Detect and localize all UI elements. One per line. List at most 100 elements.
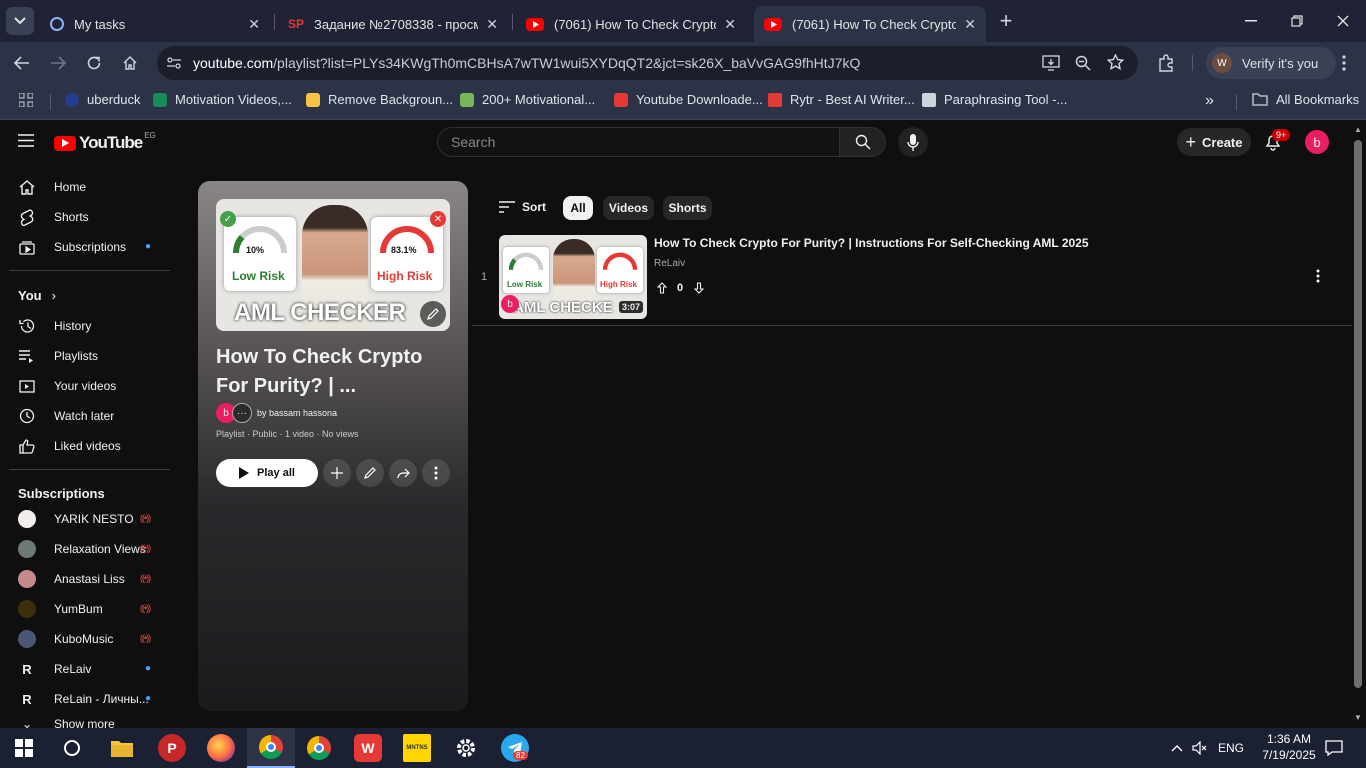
- subscription-relaiv[interactable]: R ReLaiv ●: [0, 654, 170, 684]
- volume-muted-icon[interactable]: [1186, 734, 1214, 762]
- bookmark-uberduck[interactable]: uberduck: [65, 92, 140, 107]
- search-input[interactable]: Search: [437, 127, 840, 157]
- move-up-icon[interactable]: [656, 281, 668, 299]
- bookmark-youtube-downloader[interactable]: Youtube Downloade...: [614, 92, 763, 107]
- scrollbar-down-icon[interactable]: ▼: [1354, 713, 1362, 722]
- tab-youtube-2[interactable]: (7061) How To Check Crypto For ✕: [754, 6, 986, 42]
- move-down-icon[interactable]: [693, 281, 705, 299]
- language-indicator[interactable]: ENG: [1218, 741, 1244, 755]
- close-icon[interactable]: ✕: [964, 16, 976, 33]
- sidebar-item-playlists[interactable]: Playlists: [0, 341, 170, 371]
- minimize-icon[interactable]: [1238, 8, 1264, 34]
- tab-search-icon[interactable]: [6, 7, 34, 35]
- sidebar-item-history[interactable]: History: [0, 311, 170, 341]
- hamburger-menu-icon[interactable]: [18, 134, 34, 152]
- all-bookmarks-folder[interactable]: All Bookmarks: [1252, 92, 1359, 107]
- apps-icon[interactable]: [19, 93, 33, 107]
- play-all-button[interactable]: Play all: [216, 459, 318, 487]
- sidebar-item-subscriptions[interactable]: Subscriptions ●: [0, 232, 170, 262]
- telegram-icon[interactable]: 82: [501, 734, 529, 762]
- sidebar-item-liked-videos[interactable]: Liked videos: [0, 431, 170, 461]
- wps-office-icon[interactable]: W: [354, 734, 382, 762]
- clock-date[interactable]: 7/19/2025: [1254, 748, 1324, 762]
- restore-icon[interactable]: [1284, 8, 1310, 34]
- chip-all[interactable]: All: [563, 196, 593, 220]
- verify-profile-button[interactable]: W Verify it's you: [1206, 47, 1336, 79]
- chip-shorts[interactable]: Shorts: [663, 196, 712, 220]
- file-explorer-icon[interactable]: [108, 734, 136, 762]
- extensions-icon[interactable]: [1153, 50, 1179, 76]
- edit-playlist-button[interactable]: [356, 459, 384, 487]
- back-icon[interactable]: [9, 50, 35, 76]
- subscription-relain[interactable]: R ReLain - Личны... ●: [0, 684, 170, 714]
- chrome-profile-icon[interactable]: [247, 728, 295, 768]
- more-bookmarks-icon[interactable]: »: [1205, 92, 1214, 110]
- sticky-app-icon[interactable]: MNTNS: [403, 734, 431, 762]
- search-circle-icon[interactable]: [58, 734, 86, 762]
- notifications-button[interactable]: 9+: [1265, 129, 1291, 156]
- share-button[interactable]: [389, 459, 417, 487]
- home-button-icon[interactable]: [117, 50, 143, 76]
- sidebar-you-heading[interactable]: You ›: [0, 280, 170, 310]
- bookmark-rytr[interactable]: Rytr - Best AI Writer...: [768, 92, 915, 107]
- tab-my-tasks[interactable]: My tasks ✕: [40, 6, 270, 42]
- scrollbar-up-icon[interactable]: ▲: [1354, 125, 1362, 134]
- bookmark-remove-background[interactable]: Remove Backgroun...: [306, 92, 453, 107]
- settings-gear-icon[interactable]: [452, 734, 480, 762]
- bookmark-star-icon[interactable]: [1106, 53, 1125, 75]
- install-app-icon[interactable]: [1042, 55, 1060, 76]
- subscription-relaxation-views[interactable]: Relaxation Views ((•)): [0, 534, 170, 564]
- forward-icon[interactable]: [45, 50, 71, 76]
- subscription-anastasi-liss[interactable]: Anastasi Liss ((•)): [0, 564, 170, 594]
- chrome-icon[interactable]: [305, 734, 333, 762]
- youtube-logo[interactable]: YouTube EG: [54, 131, 156, 153]
- firefox-icon[interactable]: [207, 734, 235, 762]
- edit-thumbnail-icon[interactable]: [420, 301, 446, 327]
- close-icon[interactable]: ✕: [724, 16, 736, 33]
- reload-icon[interactable]: [81, 50, 107, 76]
- chip-videos[interactable]: Videos: [603, 196, 654, 220]
- subscription-kubomusic[interactable]: KuboMusic ((•)): [0, 624, 170, 654]
- chrome-menu-icon[interactable]: [1331, 50, 1357, 76]
- bookmark-motivational[interactable]: 200+ Motivational...: [460, 92, 595, 107]
- subscription-yarik-nesto[interactable]: YARIK NESTO ((•)): [0, 504, 170, 534]
- sort-button[interactable]: Sort: [499, 200, 546, 214]
- subscription-yumbum[interactable]: YumBum ((•)): [0, 594, 170, 624]
- close-icon[interactable]: ✕: [486, 16, 498, 33]
- close-window-icon[interactable]: [1330, 8, 1356, 34]
- address-bar[interactable]: youtube.com/playlist?list=PLYs34KWgTh0mC…: [157, 46, 1138, 80]
- playlist-thumbnail[interactable]: 10% Low Risk 83.1% High Risk ✓ ✕ AML CHE…: [216, 199, 450, 331]
- page-scrollbar[interactable]: [1354, 140, 1362, 688]
- search-button[interactable]: [839, 127, 886, 157]
- sidebar-item-watch-later[interactable]: Watch later: [0, 401, 170, 431]
- show-more-button[interactable]: ⌄ Show more: [0, 714, 170, 728]
- collaborators-icon[interactable]: ···: [232, 403, 252, 423]
- bookmark-paraphrasing[interactable]: Paraphrasing Tool -...: [922, 92, 1067, 107]
- video-title[interactable]: How To Check Crypto For Purity? | Instru…: [654, 236, 1089, 250]
- playlist-video-row[interactable]: 1 Low Risk High Risk AML CHECKE 3:07 b H…: [472, 233, 1352, 326]
- notification-center-icon[interactable]: [1320, 734, 1348, 762]
- bookmark-motivation-videos[interactable]: Motivation Videos,...: [153, 92, 292, 107]
- video-channel[interactable]: ReLaiv: [654, 258, 685, 269]
- add-video-button[interactable]: [323, 459, 351, 487]
- psiphon-icon[interactable]: P: [158, 734, 186, 762]
- tab-youtube-1[interactable]: (7061) How To Check Crypto For ✕: [516, 6, 746, 42]
- tab-zadanie[interactable]: SP Задание №2708338 - просмотр ✕: [278, 6, 508, 42]
- clock-time[interactable]: 1:36 AM: [1259, 732, 1319, 746]
- video-thumbnail[interactable]: Low Risk High Risk AML CHECKE 3:07 b: [499, 235, 647, 319]
- voice-search-button[interactable]: [898, 127, 928, 157]
- sidebar-item-shorts[interactable]: Shorts: [0, 202, 170, 232]
- sidebar-item-your-videos[interactable]: Your videos: [0, 371, 170, 401]
- more-actions-button[interactable]: [422, 459, 450, 487]
- account-avatar[interactable]: b: [1305, 130, 1329, 154]
- playlist-owner[interactable]: b ··· by bassam hassona: [216, 403, 337, 423]
- close-icon[interactable]: ✕: [248, 16, 260, 33]
- site-info-icon[interactable]: [166, 55, 182, 76]
- video-menu-icon[interactable]: [1316, 269, 1320, 288]
- zoom-icon[interactable]: [1075, 55, 1091, 76]
- windows-start-icon[interactable]: [10, 734, 38, 762]
- create-button[interactable]: + Create: [1177, 128, 1251, 156]
- new-tab-icon[interactable]: +: [993, 8, 1019, 34]
- new-content-dot: ●: [145, 663, 152, 674]
- sidebar-item-home[interactable]: Home: [0, 172, 170, 202]
